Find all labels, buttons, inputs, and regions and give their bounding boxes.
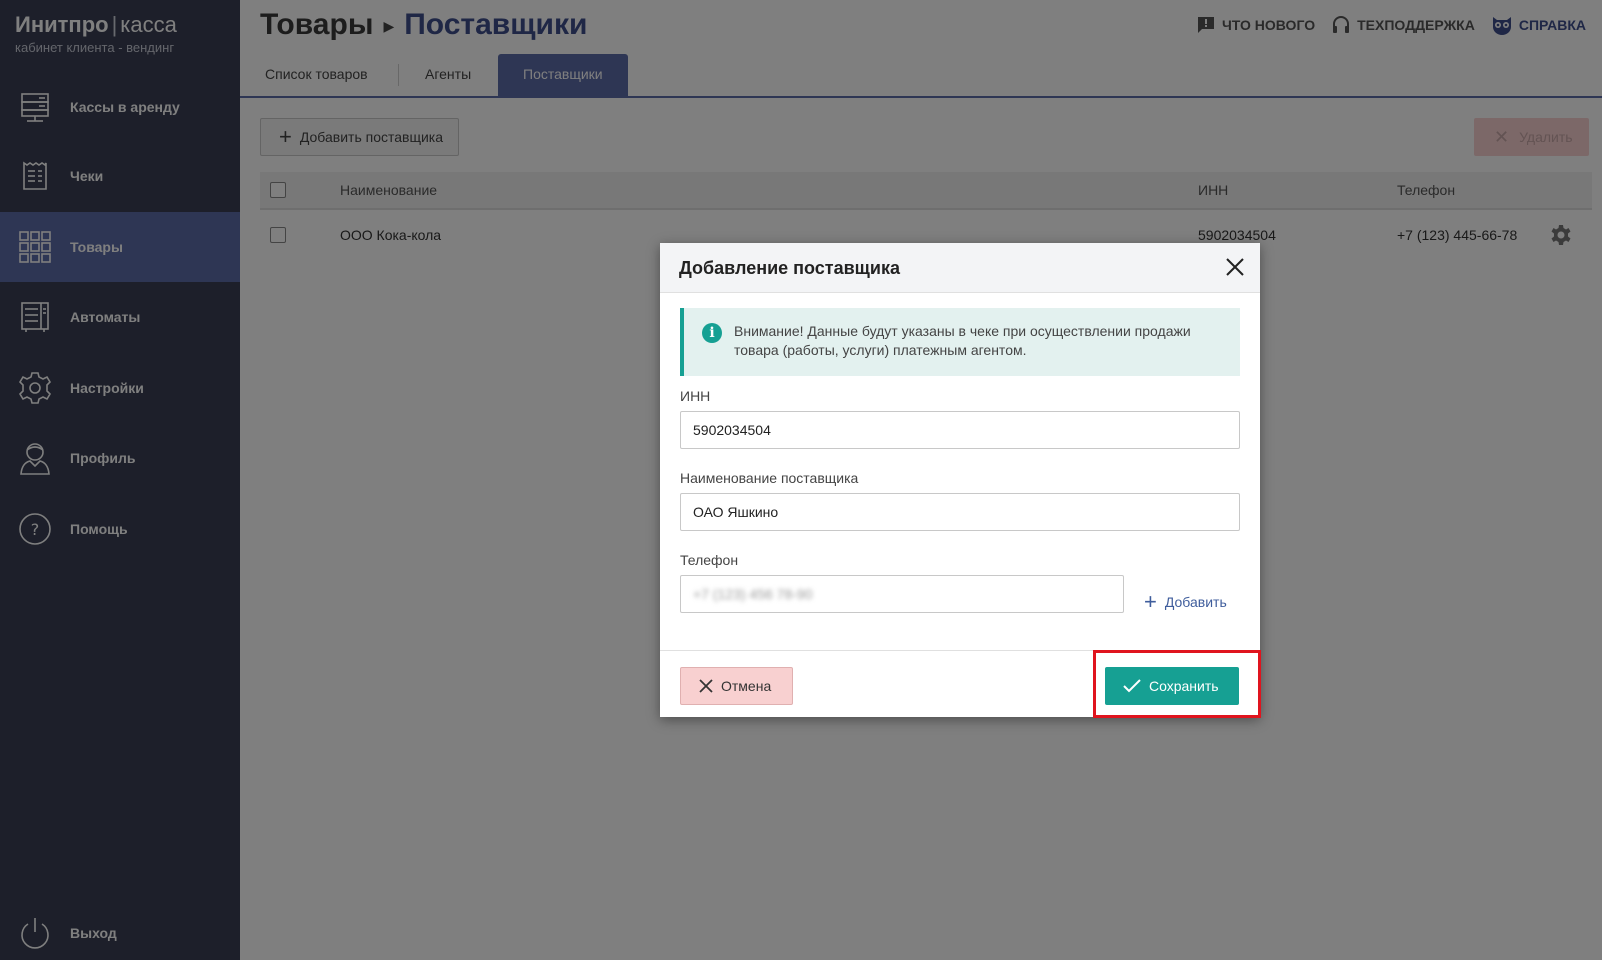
- info-alert: i Внимание! Данные будут указаны в чеке …: [680, 308, 1240, 376]
- save-button-highlight: [1093, 650, 1261, 718]
- dialog-header: Добавление поставщика: [660, 243, 1260, 293]
- supplier-name-input[interactable]: ОАО Яшкино: [680, 493, 1240, 531]
- supplier-name-label: Наименование поставщика: [680, 470, 859, 486]
- add-phone-button[interactable]: + Добавить: [1144, 591, 1227, 613]
- phone-input[interactable]: +7 (123) 456 78-90: [680, 575, 1124, 613]
- close-icon[interactable]: [1224, 256, 1246, 278]
- inn-input[interactable]: 5902034504: [680, 411, 1240, 449]
- inn-label: ИНН: [680, 388, 711, 404]
- add-supplier-dialog: Добавление поставщика i Внимание! Данные…: [660, 243, 1260, 717]
- plus-icon: +: [1144, 589, 1157, 614]
- info-icon: i: [702, 323, 722, 343]
- add-phone-label: Добавить: [1164, 594, 1227, 610]
- phone-value: +7 (123) 456 78-90: [693, 586, 813, 602]
- alert-text: Внимание! Данные будут указаны в чеке пр…: [734, 323, 1191, 358]
- cancel-label: Отмена: [721, 678, 772, 694]
- dialog-title: Добавление поставщика: [679, 258, 900, 278]
- phone-label: Телефон: [680, 552, 739, 568]
- close-icon: [699, 679, 713, 693]
- cancel-button[interactable]: Отмена: [680, 667, 793, 705]
